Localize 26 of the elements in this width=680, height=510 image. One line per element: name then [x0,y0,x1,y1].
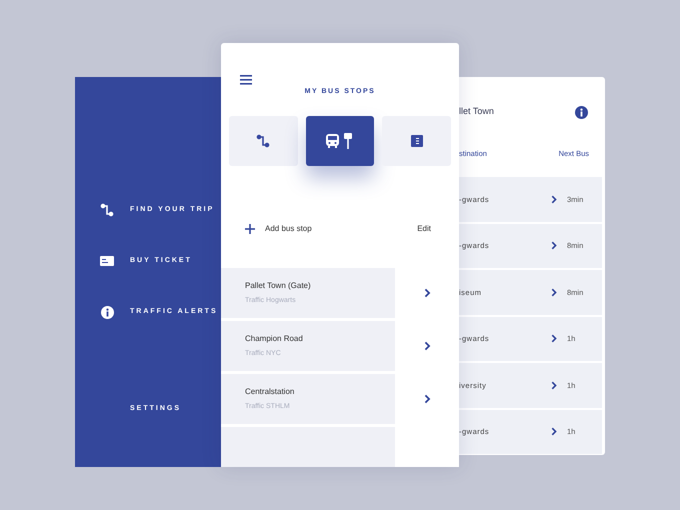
stop-name: Centralstation [245,386,296,398]
chevron-icon [424,394,430,404]
plus-icon [245,224,255,234]
chevron-icon [551,380,557,390]
ticket-icon [100,256,114,266]
route-icon [256,134,270,148]
chevron-icon [551,288,557,297]
tab[interactable] [382,116,452,166]
chevron-icon [551,194,557,204]
chevron-icon [424,288,430,298]
bus-stop-icon [326,133,354,150]
chevron-icon [551,334,557,344]
stop-name: Champion Road [245,332,304,345]
info-icon [575,106,588,118]
chevron-icon [551,427,557,436]
stop-name: Pallet Town (Gate) [245,280,312,292]
route-icon [100,203,114,217]
list-icon [410,135,423,148]
edit-link[interactable]: Edit [417,222,431,235]
add-stop-link[interactable]: Add bus stop [265,222,418,235]
menu-icon[interactable] [240,75,252,85]
chevron-icon [424,341,430,351]
stop-title: llet Town [459,105,494,118]
tab[interactable] [306,116,374,166]
chevron-icon [551,241,557,250]
info-icon [100,306,114,318]
